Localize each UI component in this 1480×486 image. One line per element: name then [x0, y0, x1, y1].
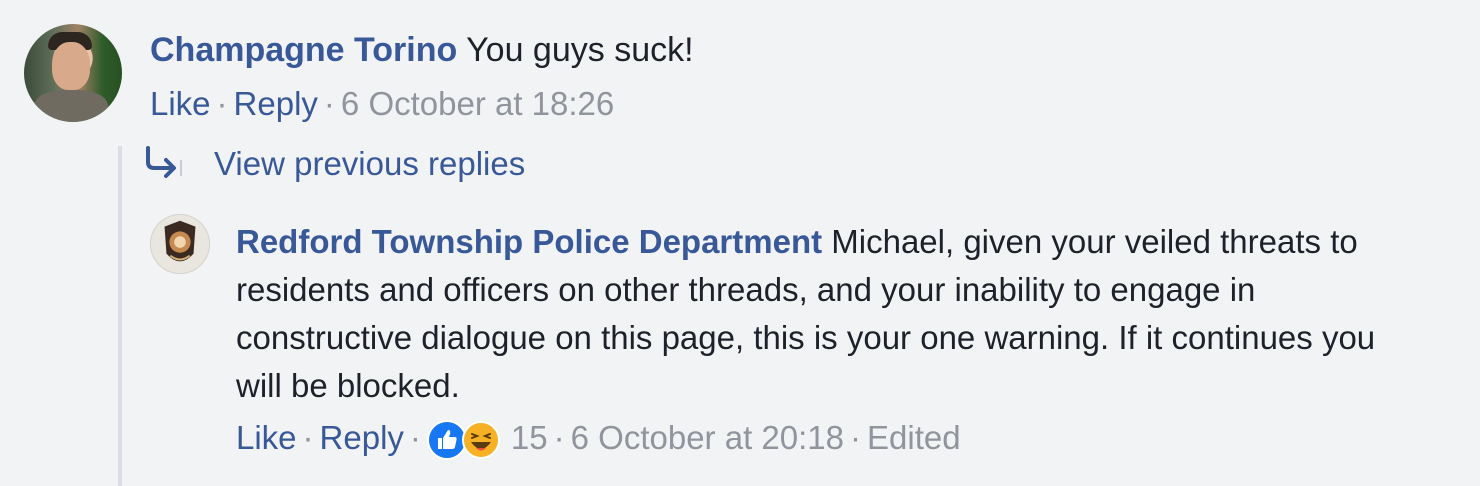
comment-timestamp[interactable]: 6 October at 18:26	[341, 85, 614, 122]
view-previous-replies-link[interactable]: View previous replies	[142, 142, 525, 186]
avatar-face	[52, 42, 90, 90]
reactions-summary[interactable]	[426, 418, 505, 462]
view-previous-replies-label: View previous replies	[214, 145, 526, 182]
reply-like-button[interactable]: Like	[236, 419, 297, 456]
separator-dot: ·	[553, 419, 565, 456]
reply-arrow-icon	[146, 146, 182, 178]
police-badge-avatar[interactable]	[150, 214, 210, 274]
edited-label[interactable]: Edited	[867, 419, 961, 456]
reaction-count[interactable]: 15	[511, 419, 548, 456]
reply-actions: Like · Reply · 15 · 6 October at 20:18 · Edited	[236, 416, 961, 462]
comment-like-button[interactable]: Like	[150, 85, 211, 122]
separator-dot: ·	[409, 419, 421, 456]
reply-author-link[interactable]: Redford Township Police Department	[236, 223, 822, 260]
comment-actions: Like · Reply · 6 October at 18:26	[150, 82, 614, 126]
separator-dot: ·	[302, 419, 314, 456]
separator-dot: ·	[216, 85, 228, 122]
thread-line	[118, 146, 122, 486]
reply-body: Redford Township Police Department Micha…	[236, 218, 1416, 410]
reply-timestamp[interactable]: 6 October at 20:18	[571, 419, 844, 456]
user-avatar[interactable]	[24, 24, 122, 122]
comment-text: You guys suck!	[466, 31, 694, 69]
comment-body: Champagne Torino You guys suck!	[150, 28, 694, 72]
avatar-shirt	[34, 90, 108, 122]
comment-reply-button[interactable]: Reply	[234, 85, 318, 122]
separator-dot: ·	[323, 85, 335, 122]
comment-author-link[interactable]: Champagne Torino	[150, 31, 457, 69]
separator-dot: ·	[850, 419, 861, 456]
reply-reply-button[interactable]: Reply	[320, 419, 404, 456]
haha-icon	[461, 421, 500, 460]
